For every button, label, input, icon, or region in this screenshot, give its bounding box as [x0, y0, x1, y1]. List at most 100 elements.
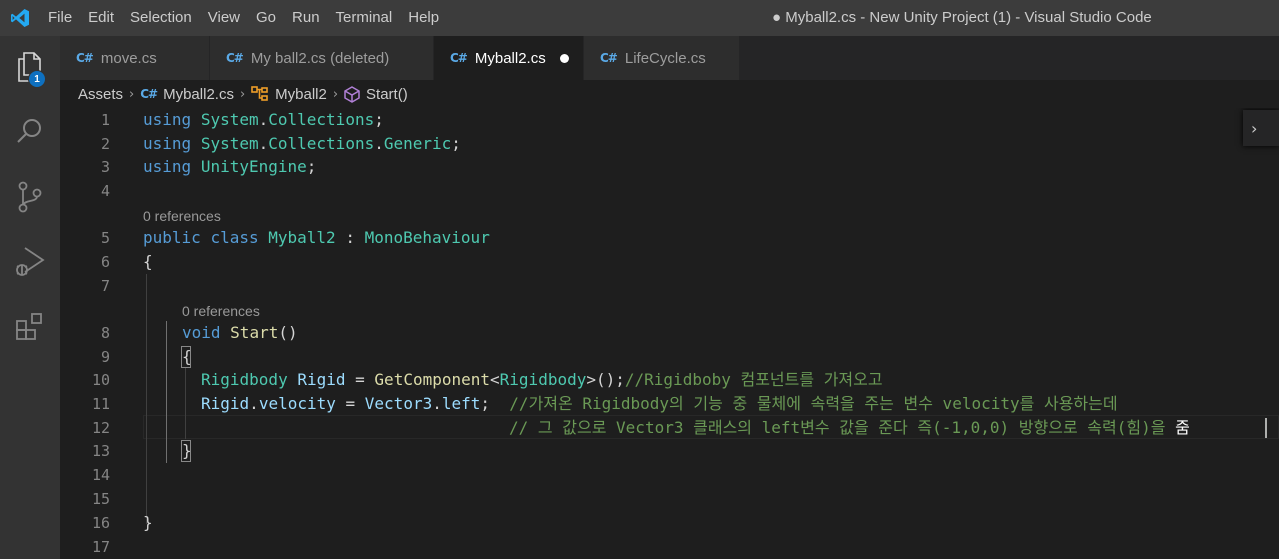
token-punct: = [335, 394, 365, 413]
csharp-file-icon: C# [450, 51, 468, 65]
menu-run[interactable]: Run [284, 0, 328, 36]
indent-guide-active [166, 321, 167, 463]
chevron-right-icon: › [239, 86, 246, 102]
line-number: 15 [91, 490, 110, 508]
method-symbol-icon [344, 85, 360, 103]
token-comment: //Rigidboby 컴포넌트를 가져오고 [624, 370, 883, 389]
explorer-badge: 1 [28, 70, 46, 88]
tab-my-ball2-deleted[interactable]: C# My ball2.cs (deleted) [210, 36, 434, 80]
code-line-11: Rigid.velocity = Vector3.left; //가져온 Rig… [201, 392, 1118, 416]
codelens-references[interactable]: 0 references [143, 204, 221, 228]
line-number: 10 [91, 371, 110, 389]
token-namespace: UnityEngine [200, 157, 307, 176]
breadcrumb-file[interactable]: C# Myball2.cs [140, 86, 234, 103]
chevron-right-icon[interactable]: › [1243, 110, 1279, 146]
token-keyword: public [143, 228, 201, 247]
title-bar: File Edit Selection View Go Run Terminal… [0, 0, 1279, 36]
token-variable: Rigid [201, 394, 250, 413]
token-property: velocity [258, 394, 336, 413]
token-namespace: Collections [268, 134, 375, 153]
menu-terminal[interactable]: Terminal [328, 0, 401, 36]
code-line-3: using UnityEngine; [143, 155, 316, 179]
ime-composing-text: 줌 [1175, 418, 1190, 437]
tab-lifecycle-cs[interactable]: C# LifeCycle.cs [584, 36, 740, 80]
run-debug-icon[interactable] [0, 234, 60, 288]
activity-bar: 1 [0, 36, 60, 559]
token-type: Vector3 [364, 394, 433, 413]
explorer-icon[interactable]: 1 [0, 40, 60, 94]
line-number: 2 [100, 135, 110, 153]
breadcrumb-folder[interactable]: Assets [78, 86, 123, 103]
token-property: left [441, 394, 481, 413]
window-title: ● Myball2.cs - New Unity Project (1) - V… [772, 9, 1152, 26]
token-punct: ; [480, 394, 491, 413]
line-number: 1 [100, 111, 110, 129]
indent-guide [146, 274, 147, 524]
menu-file[interactable]: File [40, 0, 80, 36]
source-control-icon[interactable] [0, 170, 60, 224]
code-line-12: // 그 값으로 Vector3 클래스의 left변수 값을 준다 즉(-1,… [509, 416, 1190, 440]
menu-edit[interactable]: Edit [80, 0, 122, 36]
line-number: 13 [91, 442, 110, 460]
tab-label: LifeCycle.cs [624, 49, 706, 67]
token-type: Myball2 [268, 228, 336, 247]
code-line-9: { [182, 347, 192, 366]
token-type: MonoBehaviour [364, 228, 490, 247]
token-punct: : [335, 228, 365, 247]
tab-label: move.cs [100, 49, 157, 67]
token-punct: . [249, 394, 259, 413]
breadcrumb-method-label: Start() [366, 85, 408, 103]
csharp-file-icon: C# [76, 51, 94, 65]
token-keyword: using [143, 110, 192, 129]
token-function: Start [230, 323, 279, 342]
breadcrumb-file-label: Myball2.cs [163, 85, 234, 103]
token-punct: = [345, 370, 375, 389]
code-line-8: void Start() [182, 321, 298, 345]
line-number: 14 [91, 466, 110, 484]
code-line-1: using System.Collections; [143, 108, 384, 132]
code-line-6: { [143, 252, 153, 271]
tab-move-cs[interactable]: C# move.cs [60, 36, 210, 80]
token-comment: // 그 값으로 Vector3 클래스의 left변수 값을 준다 즉(-1,… [509, 418, 1176, 437]
code-editor[interactable]: 1 2 3 4 5 6 7 8 9 10 11 12 13 14 15 16 1… [60, 108, 1279, 559]
line-number: 16 [91, 514, 110, 532]
token-namespace: System [200, 110, 259, 129]
vscode-logo-icon[interactable] [0, 0, 40, 36]
class-symbol-icon [251, 86, 269, 102]
text-cursor [1265, 418, 1267, 438]
line-number: 3 [100, 158, 110, 176]
breadcrumb: Assets › C# Myball2.cs › Myball2 › Start… [60, 80, 1279, 108]
breadcrumb-method[interactable]: Start() [344, 86, 408, 103]
tab-label: My ball2.cs (deleted) [250, 49, 390, 67]
menu-view[interactable]: View [200, 0, 248, 36]
unsaved-dot-icon[interactable] [559, 53, 569, 63]
code-line-2: using System.Collections.Generic; [143, 132, 461, 156]
extensions-icon[interactable] [0, 300, 60, 354]
menu-help[interactable]: Help [400, 0, 447, 36]
breadcrumb-class[interactable]: Myball2 [251, 86, 327, 103]
code-line-5: public class Myball2 : MonoBehaviour [143, 226, 490, 250]
token-comment: //가져온 Rigidbody의 기능 중 물체에 속력을 주는 변수 velo… [509, 394, 1118, 413]
token-function: GetComponent [374, 370, 491, 389]
search-icon[interactable] [0, 104, 60, 158]
token-punct: . [258, 110, 269, 129]
breadcrumb-class-label: Myball2 [275, 85, 327, 103]
line-number-gutter: 1 2 3 4 5 6 7 8 9 10 11 12 13 14 15 16 1… [60, 108, 118, 559]
menu-go[interactable]: Go [248, 0, 284, 36]
token-punct: < [490, 370, 500, 389]
codelens-references[interactable]: 0 references [182, 299, 260, 323]
token-variable: Rigid [297, 370, 346, 389]
line-number: 6 [100, 253, 110, 271]
line-number: 17 [91, 538, 110, 556]
code-line-13: } [182, 441, 192, 460]
token-keyword: class [210, 228, 259, 247]
line-number: 11 [91, 395, 110, 413]
token-type: Rigidbody [201, 370, 288, 389]
token-punct: . [258, 134, 269, 153]
line-number: 9 [100, 348, 110, 366]
token-keyword: using [143, 134, 192, 153]
tab-myball2-cs[interactable]: C# Myball2.cs [434, 36, 584, 80]
menu-selection[interactable]: Selection [122, 0, 200, 36]
chevron-right-icon: › [332, 86, 339, 102]
line-number: 7 [100, 277, 110, 295]
